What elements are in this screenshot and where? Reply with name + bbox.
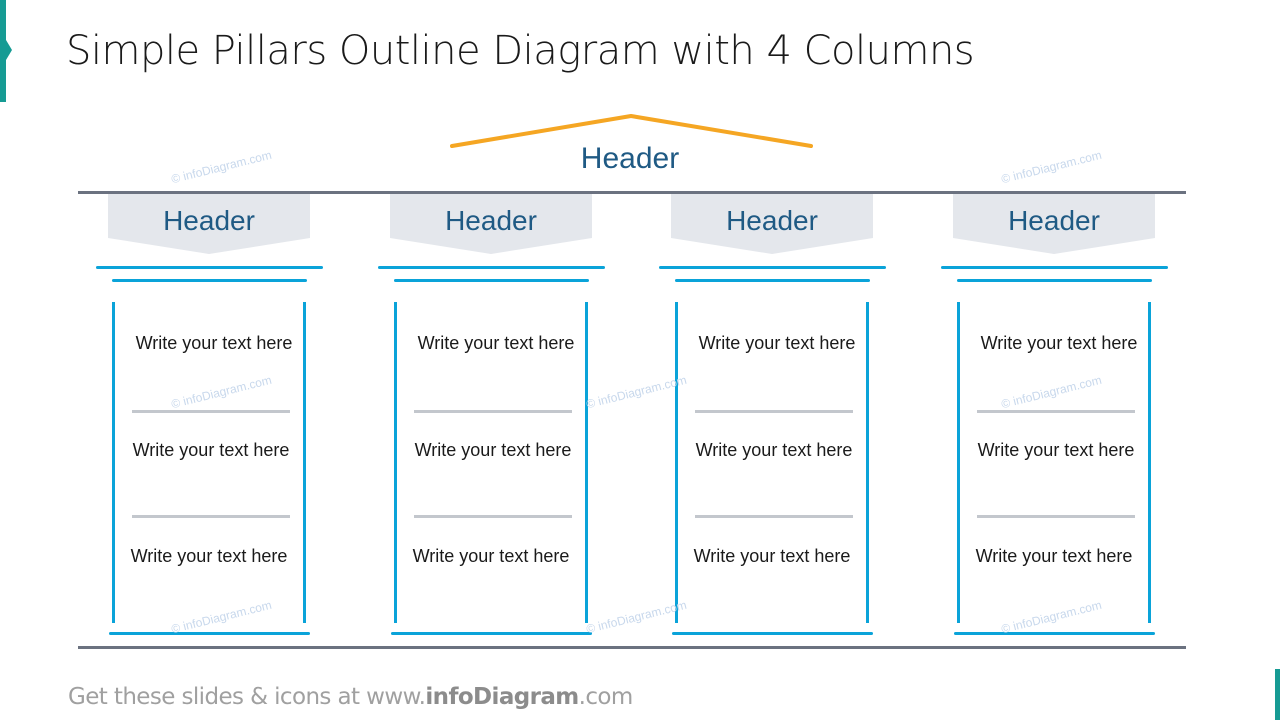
pillar-left-side [675,302,678,623]
pillar-base [109,632,310,635]
pillar-text-cell[interactable]: Write your text here [124,330,304,356]
pillar-capital-top [96,266,323,269]
pillar-capital-bottom [394,279,589,282]
pillar-text-cell[interactable]: Write your text here [403,437,583,463]
cell-separator [132,515,290,518]
watermark-text: © infoDiagram.com [999,372,1104,412]
cell-separator [977,410,1135,413]
pillar-capital-bottom [675,279,870,282]
footer-brand: infoDiagram [425,684,579,710]
footer-credit: Get these slides & icons at www.infoDiag… [68,684,633,710]
watermark-text: © infoDiagram.com [584,597,689,637]
pillar-text-cell[interactable]: Write your text here [406,330,586,356]
watermark-text: © infoDiagram.com [169,372,274,412]
cell-separator [414,515,572,518]
bottom-base-line [78,646,1186,649]
cell-separator [695,515,853,518]
pillar-text-cell[interactable]: Write your text here [684,437,864,463]
watermark-text: © infoDiagram.com [169,597,274,637]
cell-separator [132,410,290,413]
pillar-text-cell[interactable]: Write your text here [682,543,862,569]
pillar-capital-bottom [957,279,1152,282]
pillar-text-cell[interactable]: Write your text here [964,543,1144,569]
watermark-text: © infoDiagram.com [999,597,1104,637]
footer-suffix: .com [578,684,634,710]
pillar-text-cell[interactable]: Write your text here [966,437,1146,463]
pillar-text-cell[interactable]: Write your text here [969,330,1149,356]
pillar-capital-bottom [112,279,307,282]
corner-accent-bar [1275,669,1280,720]
cell-separator [977,515,1135,518]
cell-separator [695,410,853,413]
pillar-base [391,632,592,635]
pillar-header-label: Header [445,205,537,236]
pillar-header-label: Header [1008,205,1100,236]
footer-prefix: Get these slides & icons at www. [68,684,426,710]
pillar-capital-top [659,266,886,269]
pillar-left-side [394,302,397,623]
pillar-capital-top [941,266,1168,269]
pillar-header: Header [390,194,592,254]
pillar-header: Header [671,194,873,254]
main-header: Header [580,142,680,175]
pillar-capital-top [378,266,605,269]
pillar-text-cell[interactable]: Write your text here [121,437,301,463]
pillar-left-side [957,302,960,623]
pillar-text-cell[interactable]: Write your text here [401,543,581,569]
pillar-header-label: Header [726,205,818,236]
pillar-header: Header [953,194,1155,254]
watermark-text: © infoDiagram.com [584,372,689,412]
pillar-text-cell[interactable]: Write your text here [687,330,867,356]
cell-separator [414,410,572,413]
pillar-left-side [112,302,115,623]
pillar-text-cell[interactable]: Write your text here [119,543,299,569]
pillar-base [954,632,1155,635]
pillar-header: Header [108,194,310,254]
pillar-header-label: Header [163,205,255,236]
pillar-base [672,632,873,635]
